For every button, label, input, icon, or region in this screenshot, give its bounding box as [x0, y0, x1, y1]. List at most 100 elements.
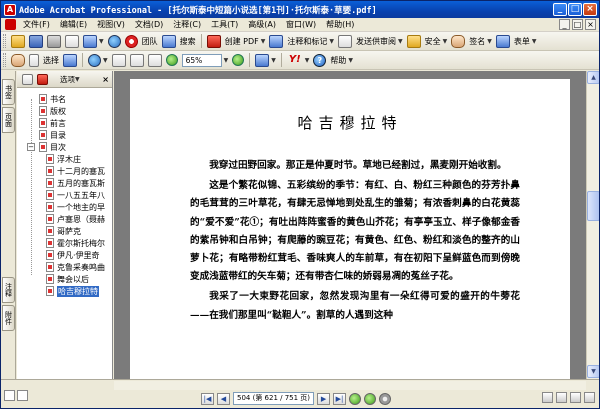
- scroll-down-button[interactable]: ▼: [587, 365, 599, 378]
- sign-pen-icon[interactable]: [451, 34, 466, 48]
- sign-button[interactable]: 签名: [469, 36, 485, 47]
- chevron-down-icon[interactable]: ▼: [261, 38, 266, 45]
- collapse-toggle-icon[interactable]: −: [27, 143, 35, 151]
- email-icon[interactable]: [65, 34, 79, 48]
- save-icon[interactable]: [29, 34, 43, 48]
- create-pdf-button[interactable]: 创建 PDF: [225, 36, 259, 47]
- chevron-down-icon[interactable]: ▼: [532, 38, 537, 45]
- zoom-in-icon[interactable]: [232, 54, 245, 66]
- menu-help[interactable]: 帮助(H): [321, 19, 359, 30]
- bookmark-item[interactable]: 卢塞恩（聂赫: [17, 213, 112, 225]
- stop-icon[interactable]: [124, 34, 138, 48]
- menu-view[interactable]: 视图(V): [92, 19, 130, 30]
- chevron-down-icon[interactable]: ▼: [305, 57, 310, 64]
- bookmark-item-contents[interactable]: − 目次: [17, 141, 112, 153]
- menu-document[interactable]: 文档(D): [130, 19, 168, 30]
- continuous-icon[interactable]: [556, 392, 567, 403]
- lock-icon[interactable]: [406, 34, 421, 48]
- options-menu-button[interactable]: 选项: [60, 74, 75, 85]
- bookmark-item[interactable]: 一个地主的早: [17, 201, 112, 213]
- scroll-thumb[interactable]: [587, 191, 599, 221]
- bookmark-item[interactable]: 舞会以后: [17, 273, 112, 285]
- chevron-down-icon[interactable]: ▼: [103, 57, 108, 64]
- view-settings-icon[interactable]: [379, 392, 392, 405]
- next-view-button[interactable]: [364, 392, 377, 405]
- zoom-tool-icon[interactable]: [88, 53, 101, 67]
- print-icon[interactable]: [47, 34, 61, 48]
- forms-button[interactable]: 表单: [514, 36, 530, 47]
- close-panel-icon[interactable]: ×: [102, 75, 109, 84]
- globe-icon[interactable]: [107, 34, 121, 48]
- document-icon[interactable]: [5, 19, 16, 30]
- menu-window[interactable]: 窗口(W): [281, 19, 321, 30]
- page-number-field[interactable]: 504 (第 621 / 751 页): [233, 392, 315, 405]
- menu-tools[interactable]: 工具(T): [206, 19, 243, 30]
- help-button[interactable]: 帮助: [330, 55, 346, 66]
- chevron-down-icon[interactable]: ▼: [398, 38, 403, 45]
- scroll-up-button[interactable]: ▲: [587, 71, 599, 84]
- tab-bookmarks[interactable]: 书签: [2, 79, 15, 105]
- menu-comments[interactable]: 注释(C): [168, 19, 206, 30]
- document-view[interactable]: 哈吉穆拉特 我穿过田野回家。那正是仲夏时节。草地已经割过，黑麦刚开始收割。 这是…: [114, 71, 586, 379]
- minimize-button[interactable]: _: [553, 3, 567, 16]
- bookmark-tool-icon[interactable]: [22, 73, 33, 85]
- bookmark-item-selected[interactable]: 哈吉穆拉特: [17, 285, 112, 297]
- previous-view-button[interactable]: [349, 392, 362, 405]
- fit-width-icon[interactable]: [147, 53, 162, 67]
- help-icon[interactable]: ?: [313, 53, 327, 67]
- tab-attachments[interactable]: 附件: [2, 305, 15, 331]
- chevron-down-icon[interactable]: ▼: [329, 38, 334, 45]
- page-info-icon[interactable]: [4, 390, 15, 401]
- facing-icon[interactable]: [570, 392, 581, 403]
- continuous-facing-icon[interactable]: [584, 392, 595, 403]
- ie-team-label[interactable]: 团队: [142, 36, 158, 47]
- rotate-view-icon[interactable]: [255, 53, 270, 67]
- bookmark-item[interactable]: 浮木庄: [17, 153, 112, 165]
- chevron-down-icon[interactable]: ▼: [224, 57, 229, 64]
- bookmark-item[interactable]: 伊凡·伊里奇: [17, 249, 112, 261]
- zoom-level-input[interactable]: 65%: [181, 53, 222, 67]
- chevron-down-icon[interactable]: ▼: [99, 38, 104, 45]
- zoom-out-icon[interactable]: [165, 54, 178, 66]
- chevron-down-icon[interactable]: ▼: [271, 57, 276, 64]
- snapshot-icon[interactable]: [63, 53, 77, 67]
- previous-page-button[interactable]: ◀: [217, 392, 230, 405]
- last-page-button[interactable]: ▶|: [333, 392, 347, 405]
- close-button[interactable]: ×: [583, 3, 597, 16]
- toolbar-grip[interactable]: [3, 34, 6, 48]
- page-layout-icon[interactable]: [17, 390, 28, 401]
- bookmark-item[interactable]: 目录: [17, 129, 112, 141]
- select-tool-button[interactable]: 选择: [43, 55, 59, 66]
- paperclip-icon[interactable]: [83, 34, 97, 48]
- comment-icon[interactable]: [269, 34, 284, 48]
- bookmark-item[interactable]: 一八五五年八: [17, 189, 112, 201]
- bookmark-item[interactable]: 前言: [17, 117, 112, 129]
- actual-size-icon[interactable]: [111, 53, 126, 67]
- maximize-button[interactable]: □: [568, 3, 582, 16]
- select-cursor-icon[interactable]: [29, 53, 39, 67]
- bookmark-item[interactable]: 十二月的塞瓦: [17, 165, 112, 177]
- bookmark-item[interactable]: 哥萨克: [17, 225, 112, 237]
- tab-comments[interactable]: 注释: [2, 277, 15, 303]
- chevron-down-icon[interactable]: ▼: [348, 57, 353, 64]
- bookmark-item[interactable]: 版权: [17, 105, 112, 117]
- yahoo-icon[interactable]: Y!: [289, 54, 301, 67]
- send-review-icon[interactable]: [338, 34, 353, 48]
- bookmark-item[interactable]: 克鲁采奏鸣曲: [17, 261, 112, 273]
- delete-bookmark-icon[interactable]: [37, 73, 48, 85]
- bookmark-item[interactable]: 五月的塞瓦斯: [17, 177, 112, 189]
- first-page-button[interactable]: |◀: [201, 392, 214, 405]
- create-pdf-icon[interactable]: [206, 34, 221, 48]
- hand-tool-icon[interactable]: [11, 53, 25, 67]
- bookmark-item[interactable]: 霍尔斯托梅尔: [17, 237, 112, 249]
- search-button[interactable]: 搜索: [180, 36, 196, 47]
- doc-restore-button[interactable]: □: [572, 19, 583, 30]
- send-review-button[interactable]: 发送供审阅: [356, 36, 396, 47]
- chevron-down-icon[interactable]: ▼: [75, 76, 80, 83]
- binoculars-icon[interactable]: [161, 34, 176, 48]
- open-folder-icon[interactable]: [11, 34, 25, 48]
- comment-markup-button[interactable]: 注释和标记: [287, 36, 327, 47]
- fit-page-icon[interactable]: [129, 53, 144, 67]
- vertical-scrollbar[interactable]: ▲ ▼: [586, 71, 599, 379]
- toolbar-grip[interactable]: [3, 53, 6, 67]
